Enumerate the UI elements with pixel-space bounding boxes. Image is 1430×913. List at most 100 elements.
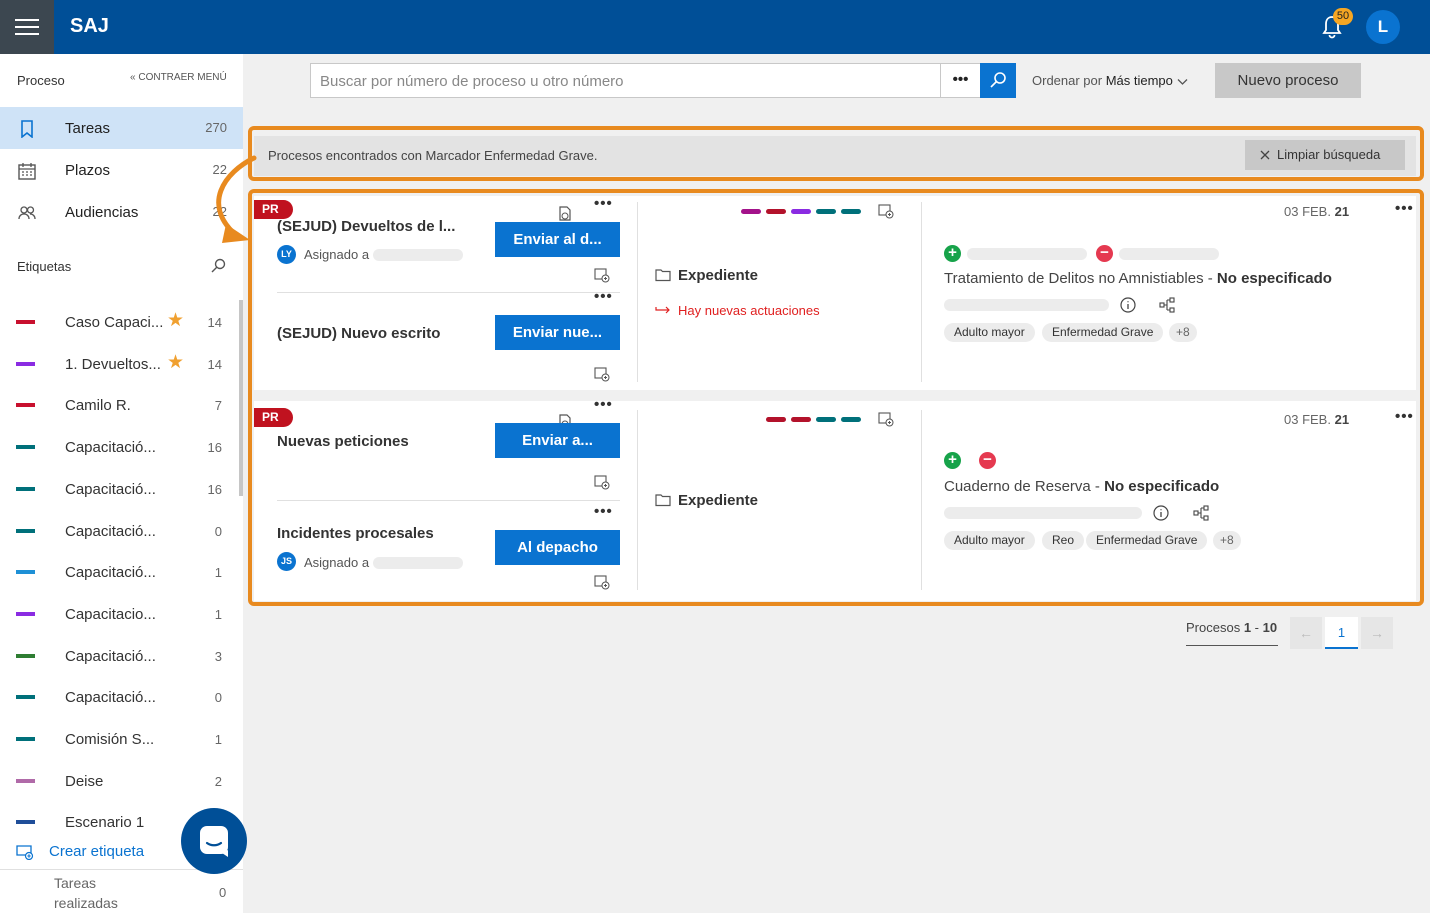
collapse-menu-button[interactable]: « CONTRAER MENÚ bbox=[130, 72, 227, 83]
sidebar-section-title: Proceso bbox=[17, 73, 65, 88]
tag-item[interactable]: Caso Capaci... ★ 14 bbox=[0, 301, 240, 343]
new-process-button[interactable]: Nuevo proceso bbox=[1215, 63, 1361, 98]
tag-label: Comisión S... bbox=[65, 731, 155, 748]
tag-count: 14 bbox=[207, 315, 222, 330]
tag-label: Capacitació... bbox=[65, 439, 156, 457]
tag-label: Capacitació... bbox=[65, 647, 156, 665]
pagination-summary: Procesos 1 - 10 bbox=[1186, 620, 1277, 635]
tag-item[interactable]: Capacitació... 16 bbox=[0, 468, 240, 510]
tag-color-swatch bbox=[16, 361, 35, 366]
tag-item[interactable]: Capacitació... 1 bbox=[0, 551, 240, 593]
add-tag-icon bbox=[16, 845, 34, 860]
pagination-underline bbox=[1186, 645, 1278, 646]
tag-item[interactable]: Capacitació... 3 bbox=[0, 635, 240, 677]
search-icon bbox=[990, 72, 1006, 88]
done-tasks-item[interactable]: Tareas realizadas 0 bbox=[0, 870, 243, 913]
tag-item[interactable]: Camilo R. 7 bbox=[0, 384, 240, 426]
tag-label: Caso Capaci... bbox=[65, 314, 164, 331]
top-bar bbox=[0, 0, 1430, 54]
search-placeholder: Buscar por número de proceso u otro núme… bbox=[320, 73, 624, 90]
tag-color-swatch bbox=[16, 320, 35, 324]
tag-color-swatch bbox=[16, 611, 35, 616]
hamburger-menu-icon[interactable] bbox=[0, 0, 54, 54]
tag-count: 16 bbox=[207, 481, 222, 497]
star-icon[interactable]: ★ bbox=[167, 309, 184, 332]
sidebar-item-tareas[interactable]: Tareas 270 bbox=[0, 107, 243, 149]
calendar-icon bbox=[18, 163, 36, 180]
tag-item[interactable]: Capacitació... 0 bbox=[0, 510, 240, 552]
search-icon[interactable] bbox=[211, 258, 226, 273]
done-tasks-label-line1: Tareas bbox=[54, 875, 97, 891]
tag-count: 0 bbox=[214, 523, 222, 539]
tag-color-swatch bbox=[16, 653, 35, 658]
tag-label: Capacitacio... bbox=[65, 605, 156, 623]
tag-color-swatch bbox=[16, 737, 35, 741]
tag-count: 14 bbox=[207, 356, 222, 372]
tag-count: 1 bbox=[214, 732, 222, 747]
star-icon[interactable]: ★ bbox=[167, 351, 184, 374]
annotation-arrow bbox=[216, 155, 257, 243]
tag-label: 1. Devueltos... bbox=[65, 355, 161, 373]
chevron-down-icon bbox=[1177, 78, 1187, 85]
tag-label: Capacitació... bbox=[65, 480, 156, 498]
tag-color-swatch bbox=[16, 820, 35, 825]
tag-color-swatch bbox=[16, 778, 35, 783]
user-avatar[interactable]: L bbox=[1366, 10, 1400, 44]
chat-icon bbox=[200, 826, 228, 857]
tag-color-swatch bbox=[16, 445, 35, 450]
tag-label: Capacitació... bbox=[65, 689, 156, 707]
tag-item[interactable]: Capacitació... 0 bbox=[0, 676, 240, 718]
tag-label: Camilo R. bbox=[65, 397, 131, 415]
tag-item[interactable]: Capacitacio... 1 bbox=[0, 593, 240, 635]
sidebar-item-label: Plazos bbox=[65, 162, 111, 179]
range-separator: - bbox=[1251, 620, 1263, 635]
next-page-button[interactable]: → bbox=[1361, 617, 1393, 649]
highlight-frame-banner bbox=[248, 126, 1424, 181]
tag-color-swatch bbox=[16, 528, 35, 533]
tag-count: 0 bbox=[214, 690, 222, 706]
tag-item[interactable]: Deise 2 bbox=[0, 760, 240, 802]
search-options-button[interactable]: ••• bbox=[940, 63, 980, 98]
tag-count: 3 bbox=[214, 648, 222, 664]
highlight-frame-results bbox=[248, 189, 1424, 606]
page-1-button[interactable]: 1 bbox=[1325, 617, 1358, 649]
tags-section-title: Etiquetas bbox=[17, 259, 72, 274]
tag-item[interactable]: Comisión S... 1 bbox=[0, 718, 240, 760]
sidebar-item-count: 270 bbox=[205, 120, 227, 135]
range-start: 1 bbox=[1243, 620, 1252, 635]
tag-count: 1 bbox=[214, 606, 222, 622]
people-icon bbox=[18, 206, 36, 220]
sidebar-item-label: Tareas bbox=[65, 120, 111, 137]
search-button[interactable] bbox=[980, 63, 1016, 98]
notification-badge: 50 bbox=[1333, 8, 1353, 25]
tag-color-swatch bbox=[16, 570, 35, 575]
tag-label: Escenario 1 bbox=[65, 814, 145, 832]
tag-label: Capacitació... bbox=[65, 564, 156, 582]
sidebar-scrollbar[interactable] bbox=[239, 300, 243, 496]
range-end: 10 bbox=[1262, 620, 1278, 635]
collapse-menu-label: CONTRAER MENÚ bbox=[138, 72, 227, 83]
app-logo: SAJ bbox=[70, 15, 109, 37]
create-tag-label: Crear etiqueta bbox=[49, 843, 145, 860]
pagination-prefix: Procesos bbox=[1186, 620, 1241, 635]
order-dropdown[interactable]: Ordenar por Más tiempo bbox=[1032, 73, 1188, 88]
tag-label: Capacitació... bbox=[65, 522, 156, 540]
sidebar-item-label: Audiencias bbox=[65, 204, 139, 221]
tag-item[interactable]: Capacitació... 16 bbox=[0, 426, 240, 468]
tag-count: 7 bbox=[214, 398, 222, 414]
done-tasks-label-line2: realizadas bbox=[54, 895, 118, 911]
tag-count: 1 bbox=[214, 565, 222, 581]
order-prefix: Ordenar por bbox=[1032, 73, 1106, 88]
tag-count: 16 bbox=[207, 440, 222, 456]
bookmark-icon bbox=[21, 120, 33, 138]
tag-item[interactable]: 1. Devueltos... ★ 14 bbox=[0, 343, 240, 385]
tag-count: 2 bbox=[214, 773, 222, 789]
chat-launcher-button[interactable] bbox=[181, 808, 247, 874]
tag-label: Deise bbox=[65, 772, 104, 790]
done-tasks-count: 0 bbox=[219, 885, 227, 900]
order-value: Más tiempo bbox=[1105, 73, 1173, 88]
tag-color-swatch bbox=[16, 695, 35, 700]
tag-color-swatch bbox=[16, 403, 35, 408]
tag-color-swatch bbox=[16, 486, 35, 491]
prev-page-button[interactable]: ← bbox=[1290, 617, 1322, 649]
